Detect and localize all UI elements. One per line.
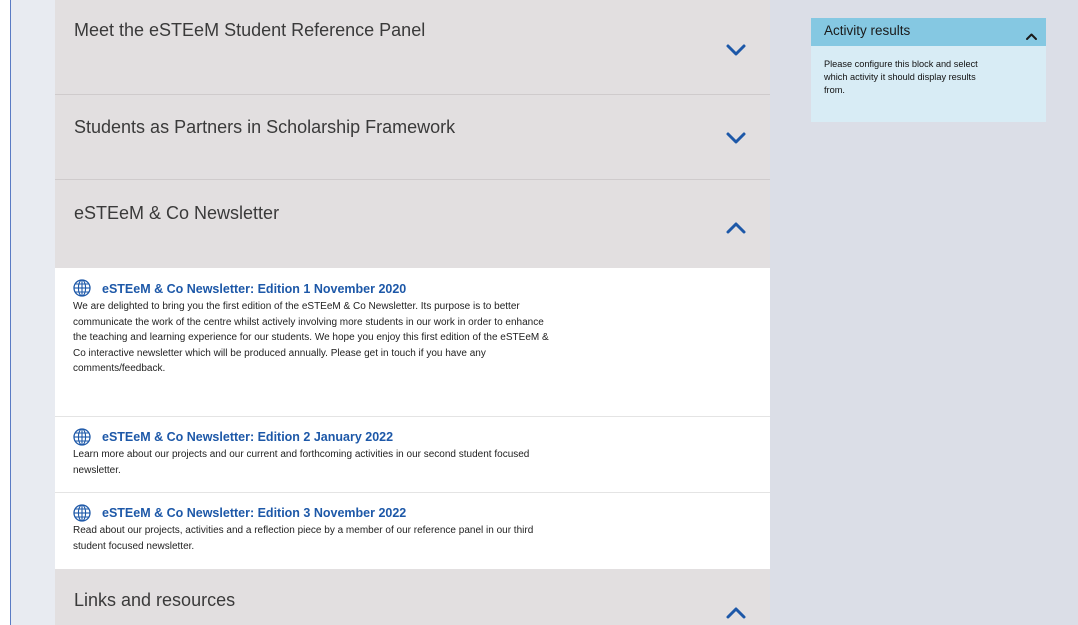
block-title: Activity results — [824, 23, 911, 38]
section-students-as-partners[interactable]: Students as Partners in Scholarship Fram… — [55, 95, 770, 179]
activity-link[interactable]: eSTEeM & Co Newsletter: Edition 2 Januar… — [102, 430, 393, 444]
section-title: Links and resources — [74, 590, 236, 610]
page-left-gutter — [11, 0, 55, 625]
activity-url: eSTEeM & Co Newsletter: Edition 3 Novemb… — [55, 493, 770, 569]
chevron-up-icon[interactable] — [725, 606, 747, 620]
chevron-up-icon[interactable] — [725, 221, 747, 235]
activity-url: eSTEeM & Co Newsletter: Edition 1 Novemb… — [55, 268, 770, 416]
activity-description: We are delighted to bring you the first … — [73, 299, 653, 377]
description-line: communicate the work of the centre whils… — [73, 316, 544, 328]
activity-results-block: Activity results Please configure this b… — [811, 18, 1046, 122]
chevron-down-icon[interactable] — [725, 131, 747, 145]
chevron-down-icon[interactable] — [725, 43, 747, 57]
description-line: Co interactive newsletter which will be … — [73, 347, 486, 359]
newsletter-activity-list: eSTEeM & Co Newsletter: Edition 1 Novemb… — [55, 268, 770, 569]
activity-url: eSTEeM & Co Newsletter: Edition 2 Januar… — [55, 417, 770, 492]
activity-description: Learn more about our projects and our cu… — [73, 447, 653, 478]
section-title: eSTEeM & Co Newsletter — [74, 203, 280, 223]
description-line: Read about our projects, activities and … — [73, 525, 534, 536]
activity-link[interactable]: eSTEeM & Co Newsletter: Edition 1 Novemb… — [102, 282, 406, 296]
block-content: Please configure this block and select w… — [824, 58, 1029, 97]
block-header[interactable]: Activity results — [811, 18, 1046, 46]
block-text-line: Please configure this block and select — [824, 59, 978, 69]
section-links-and-resources[interactable]: Links and resources — [55, 569, 770, 625]
section-title: Students as Partners in Scholarship Fram… — [74, 117, 456, 137]
chevron-up-icon[interactable] — [1025, 28, 1038, 46]
globe-icon — [73, 428, 91, 446]
block-text-line: which activity it should display results — [824, 72, 976, 82]
description-line: We are delighted to bring you the first … — [73, 301, 520, 312]
block-text-line: from. — [824, 85, 845, 95]
description-line: Learn more about our projects and our cu… — [73, 449, 530, 460]
activity-description: Read about our projects, activities and … — [73, 523, 653, 554]
page-left-border — [0, 0, 11, 625]
description-line: student focused newsletter. — [73, 540, 195, 552]
section-student-reference-panel[interactable]: Meet the eSTEeM Student Reference Panel — [55, 0, 770, 94]
description-line: the teaching and learning experience for… — [73, 332, 549, 344]
activity-link[interactable]: eSTEeM & Co Newsletter: Edition 3 Novemb… — [102, 506, 406, 520]
section-newsletter[interactable]: eSTEeM & Co Newsletter — [55, 180, 770, 268]
description-line: newsletter. — [73, 464, 121, 476]
section-title: Meet the eSTEeM Student Reference Panel — [74, 20, 426, 40]
globe-icon — [73, 504, 91, 522]
course-sections: Meet the eSTEeM Student Reference Panel … — [55, 0, 770, 625]
globe-icon — [73, 279, 91, 297]
description-line: comments/feedback. — [73, 363, 166, 375]
